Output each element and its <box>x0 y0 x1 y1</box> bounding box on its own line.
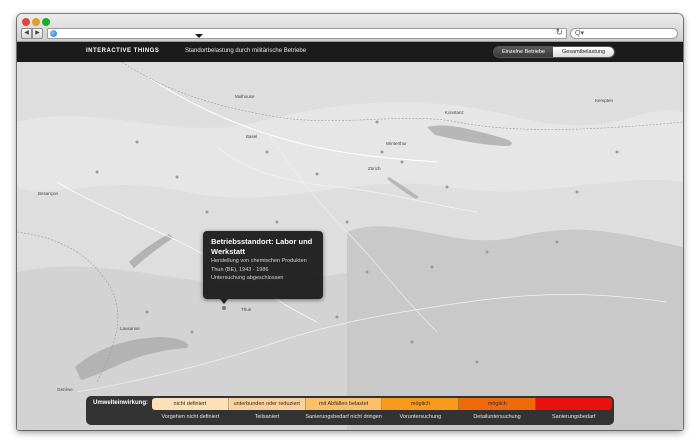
subtitle-pointer <box>195 34 203 38</box>
browser-window: ◀ ▶ ↻ Q▾ INTERACTIVE THINGS Standortbela… <box>17 14 683 430</box>
map-label-kempten: Kempten <box>595 98 614 103</box>
legend-swatch[interactable]: unterbunden oder reduziert <box>228 398 306 410</box>
tooltip-location-years: Thun (BE), 1943 - 1986 <box>211 266 269 273</box>
legend-bar: Umwelteinwirkung: nicht definiert unterb… <box>86 396 614 425</box>
legend-swatch[interactable]: mit Abfällen belastet <box>305 398 383 410</box>
legend-status-label: Teilsaniert <box>254 414 280 420</box>
map-label-zurich: Zürich <box>368 166 381 171</box>
map-label-basel: Basel <box>246 134 258 139</box>
tooltip-title: Betriebsstandort: Labor und Werkstatt <box>211 237 313 256</box>
page-subtitle: Standortbelastung durch militärische Bet… <box>185 48 307 54</box>
minimize-window-icon[interactable] <box>32 18 40 26</box>
maximize-window-icon[interactable] <box>42 18 50 26</box>
map-view[interactable]: Mulhouse Basel Konstanz Kempten Winterth… <box>17 62 683 430</box>
search-field[interactable]: Q▾ <box>570 28 678 39</box>
map-label-mulhouse: Mulhouse <box>235 94 255 99</box>
legend-status-label: Sanierungsbedarf nicht dringend <box>305 414 383 420</box>
site-marker[interactable] <box>222 306 226 310</box>
legend-title: Umwelteinwirkung: <box>93 400 149 406</box>
toggle-total-load[interactable]: Gesamtbelastung <box>553 47 614 57</box>
map-label-besancon: Besançon <box>38 191 59 196</box>
tooltip-pointer <box>220 299 228 304</box>
legend-swatch[interactable]: möglich <box>459 398 537 410</box>
tooltip-production: Herstellung von chemischen Produkten <box>211 258 307 264</box>
site-tooltip: Betriebsstandort: Labor und Werkstatt He… <box>203 231 323 299</box>
view-toggle: Einzelne Betriebe Gesamtbelastung <box>493 46 615 58</box>
reload-icon[interactable]: ↻ <box>555 27 563 38</box>
legend-status-labels: Vorgehen nicht definiert Teilsaniert San… <box>152 412 612 423</box>
legend-swatch[interactable]: möglich <box>382 398 460 410</box>
app-header: INTERACTIVE THINGS Standortbelastung dur… <box>17 42 683 62</box>
map-label-thun: Thun <box>241 307 252 312</box>
address-bar[interactable]: ↻ <box>47 27 567 39</box>
legend-status-label: Detailuntersuchung <box>473 414 521 420</box>
legend-status-label: Sanierungsbedarf <box>551 414 596 420</box>
base-map <box>17 62 683 430</box>
map-label-lausanne: Lausanne <box>120 326 140 331</box>
close-window-icon[interactable] <box>22 18 30 26</box>
map-label-winterthur: Winterthur <box>386 141 407 146</box>
site-globe-icon <box>50 30 57 37</box>
tooltip-status: Untersuchung abgeschlossen <box>211 275 284 281</box>
legend-status-label: Vorgehen nicht definiert <box>161 414 220 420</box>
forward-button[interactable]: ▶ <box>32 28 43 39</box>
browser-titlebar: ◀ ▶ ↻ Q▾ <box>17 14 683 42</box>
legend-status-label: Voruntersuchung <box>399 414 442 420</box>
legend-swatch[interactable] <box>536 398 612 410</box>
map-label-geneve: Genève <box>57 387 73 392</box>
back-button[interactable]: ◀ <box>21 28 32 39</box>
legend-swatch[interactable]: nicht definiert <box>152 398 229 410</box>
toggle-single-sites[interactable]: Einzelne Betriebe <box>494 47 553 57</box>
legend-swatches: nicht definiert unterbunden oder reduzie… <box>152 398 612 410</box>
map-label-konstanz: Konstanz <box>445 110 464 115</box>
brand-logo[interactable]: INTERACTIVE THINGS <box>86 48 159 54</box>
